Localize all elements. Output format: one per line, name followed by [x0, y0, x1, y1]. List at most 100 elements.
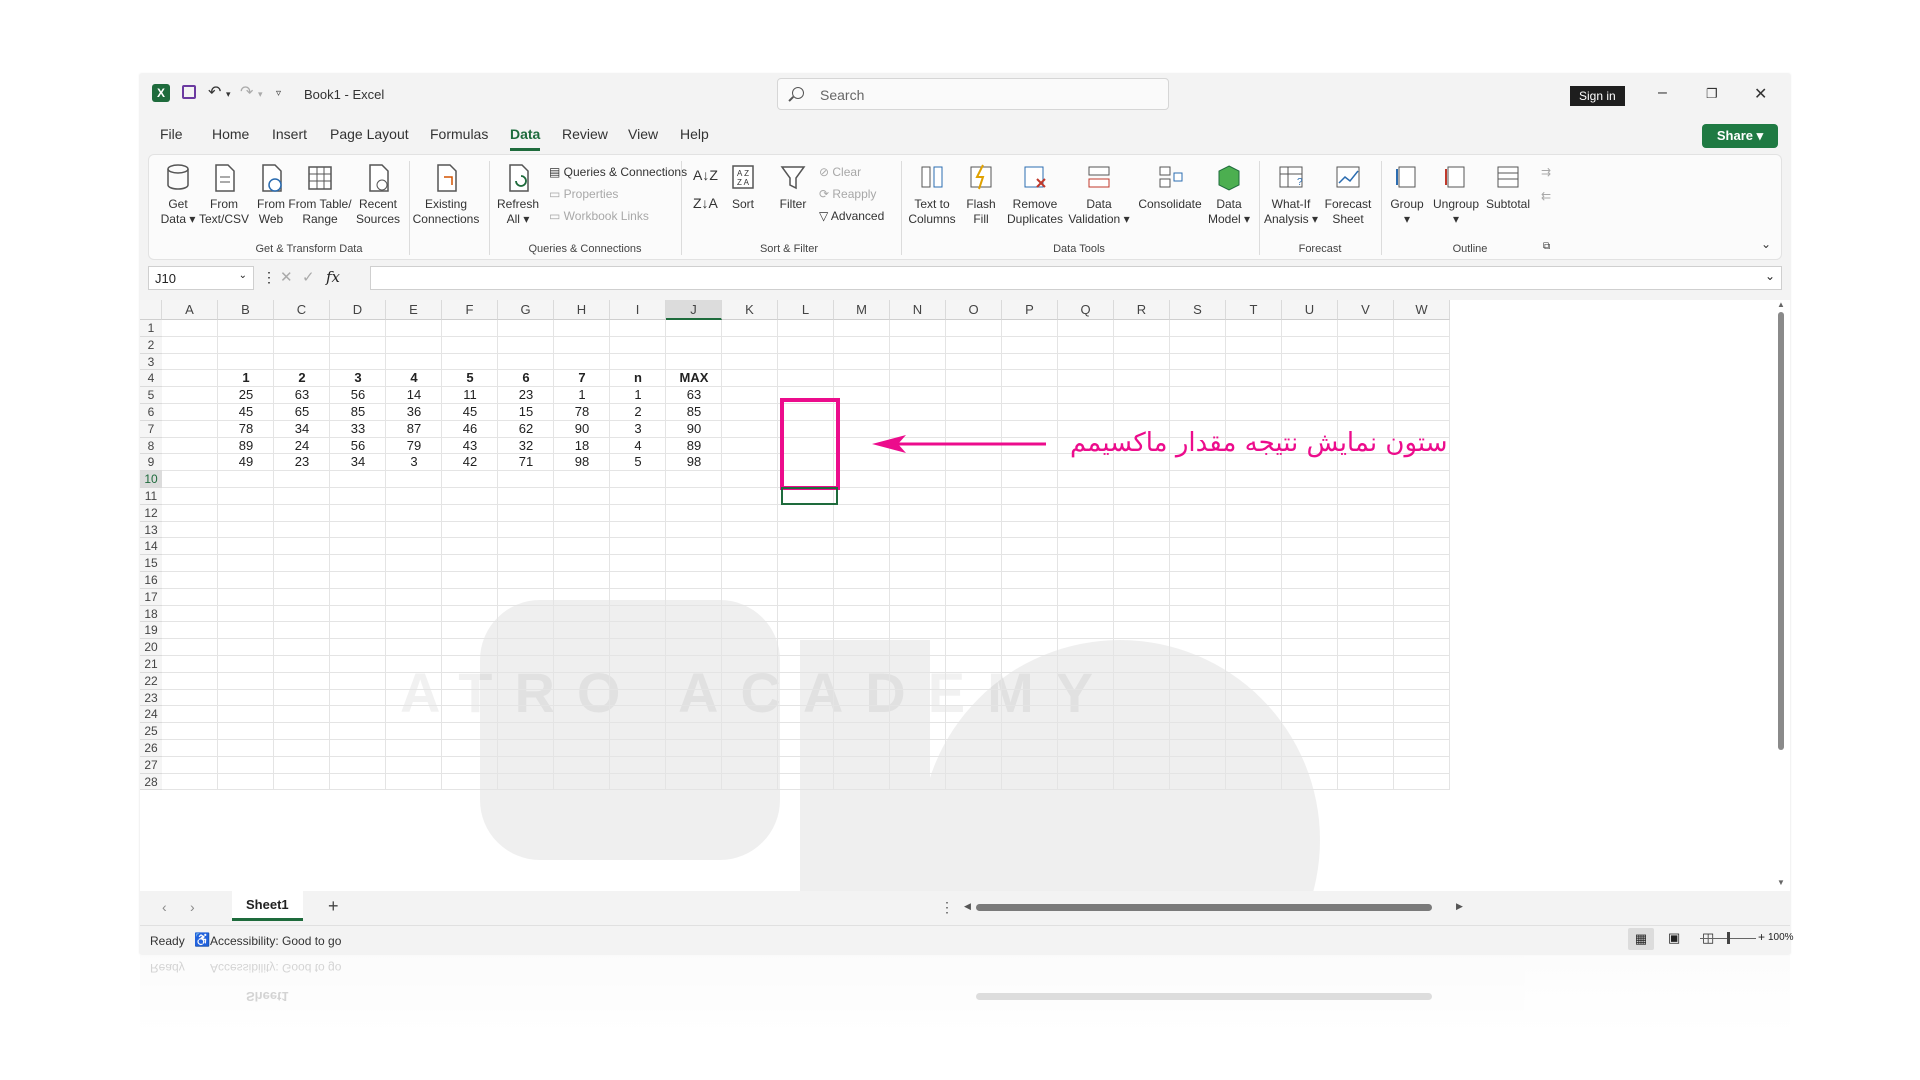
column-header-t[interactable]: T	[1226, 300, 1282, 320]
cell-d8[interactable]: 56	[330, 438, 386, 455]
sort-descending-icon[interactable]: Z↓A	[693, 195, 718, 211]
cell-i5[interactable]: 1	[610, 387, 666, 404]
hscroll-right-icon[interactable]: ▶	[1456, 901, 1463, 912]
cell-c9[interactable]: 23	[274, 454, 330, 471]
tab-review[interactable]: Review	[562, 126, 608, 142]
workbook-links-button[interactable]: ▭ Workbook Links	[549, 209, 649, 223]
row-header-3[interactable]: 3	[140, 353, 162, 371]
row-header-4[interactable]: 4	[140, 370, 162, 388]
cell-b6[interactable]: 45	[218, 404, 274, 421]
cell-h5[interactable]: 1	[554, 387, 610, 404]
row-header-1[interactable]: 1	[140, 320, 162, 337]
cell-h8[interactable]: 18	[554, 438, 610, 455]
cell-e7[interactable]: 87	[386, 421, 442, 438]
cell-b5[interactable]: 25	[218, 387, 274, 404]
column-header-q[interactable]: Q	[1058, 300, 1114, 320]
horizontal-scroll-thumb[interactable]	[976, 904, 1432, 911]
sheet-options-icon[interactable]: ⋮	[940, 899, 954, 916]
what-if-analysis-button[interactable]: ? What-If Analysis ▾	[1263, 163, 1319, 227]
column-header-u[interactable]: U	[1282, 300, 1338, 320]
cell-b8[interactable]: 89	[218, 438, 274, 455]
row-header-8[interactable]: 8	[140, 437, 162, 455]
insert-function-icon[interactable]: fx	[326, 268, 340, 286]
cell-i9[interactable]: 5	[610, 454, 666, 471]
row-header-27[interactable]: 27	[140, 756, 162, 774]
column-header-s[interactable]: S	[1170, 300, 1226, 320]
clear-button[interactable]: ⊘ Clear	[819, 165, 861, 179]
row-header-17[interactable]: 17	[140, 588, 162, 606]
formula-bar-options-icon[interactable]: ⋮	[262, 269, 276, 286]
cell-b7[interactable]: 78	[218, 421, 274, 438]
cell-g6[interactable]: 15	[498, 404, 554, 421]
queries-connections-button[interactable]: ▤ Queries & Connections	[549, 165, 687, 179]
formula-expand-icon[interactable]: ⌄	[1765, 269, 1775, 283]
column-header-v[interactable]: V	[1338, 300, 1394, 320]
column-header-w[interactable]: W	[1394, 300, 1450, 320]
cell-b9[interactable]: 49	[218, 454, 274, 471]
column-header-n[interactable]: N	[890, 300, 946, 320]
row-header-20[interactable]: 20	[140, 639, 162, 656]
worksheet-grid[interactable]: ATRO ACADEMY ABCDEFGHIJKLMNOPQRSTUVW1234…	[140, 300, 1790, 954]
remove-duplicates-button[interactable]: Remove Duplicates	[1003, 163, 1067, 227]
from-table-range-button[interactable]: From Table/ Range	[287, 163, 353, 227]
cell-i7[interactable]: 3	[610, 421, 666, 438]
properties-button[interactable]: ▭ Properties	[549, 187, 618, 201]
cell-c6[interactable]: 65	[274, 404, 330, 421]
cell-d7[interactable]: 33	[330, 421, 386, 438]
confirm-entry-icon[interactable]: ✓	[302, 268, 315, 286]
row-header-11[interactable]: 11	[140, 488, 162, 505]
row-header-28[interactable]: 28	[140, 773, 162, 791]
group-button[interactable]: Group ▾	[1385, 163, 1429, 227]
tab-insert[interactable]: Insert	[272, 126, 307, 142]
row-header-13[interactable]: 13	[140, 521, 162, 539]
tab-formulas[interactable]: Formulas	[430, 126, 488, 142]
ungroup-button[interactable]: Ungroup ▾	[1431, 163, 1481, 227]
tab-home[interactable]: Home	[212, 126, 249, 142]
cell-g5[interactable]: 23	[498, 387, 554, 404]
column-header-e[interactable]: E	[386, 300, 442, 320]
consolidate-button[interactable]: Consolidate	[1135, 163, 1205, 212]
cell-h4[interactable]: 7	[554, 370, 610, 387]
restore-icon[interactable]: ❐	[1706, 86, 1718, 102]
row-header-18[interactable]: 18	[140, 605, 162, 623]
row-header-12[interactable]: 12	[140, 504, 162, 522]
cell-f4[interactable]: 5	[442, 370, 498, 387]
cell-j6[interactable]: 85	[666, 404, 722, 421]
advanced-button[interactable]: ▽ Advanced	[819, 209, 884, 223]
column-header-j[interactable]: J	[666, 300, 722, 320]
cell-g7[interactable]: 62	[498, 421, 554, 438]
zoom-in-icon[interactable]: +	[1758, 930, 1765, 944]
column-header-f[interactable]: F	[442, 300, 498, 320]
row-header-2[interactable]: 2	[140, 336, 162, 354]
save-icon[interactable]	[182, 85, 196, 99]
vertical-scroll-thumb[interactable]	[1778, 312, 1784, 750]
cell-g9[interactable]: 71	[498, 454, 554, 471]
cell-i8[interactable]: 4	[610, 438, 666, 455]
cell-j8[interactable]: 89	[666, 438, 722, 455]
column-header-d[interactable]: D	[330, 300, 386, 320]
cell-e6[interactable]: 36	[386, 404, 442, 421]
row-header-23[interactable]: 23	[140, 689, 162, 707]
scroll-down-icon[interactable]: ▼	[1777, 878, 1785, 887]
cell-h6[interactable]: 78	[554, 404, 610, 421]
accessibility-icon[interactable]: ♿	[194, 932, 210, 948]
cell-j9[interactable]: 98	[666, 454, 722, 471]
undo-icon[interactable]: ↶	[208, 82, 221, 102]
refresh-all-button[interactable]: Refresh All ▾	[495, 163, 541, 227]
selected-cell[interactable]	[781, 487, 838, 505]
row-header-5[interactable]: 5	[140, 387, 162, 404]
column-header-k[interactable]: K	[722, 300, 778, 320]
select-all-corner[interactable]	[140, 300, 162, 320]
from-web-button[interactable]: From Web	[251, 163, 291, 227]
column-header-b[interactable]: B	[218, 300, 274, 320]
row-header-9[interactable]: 9	[140, 454, 162, 472]
cell-f6[interactable]: 45	[442, 404, 498, 421]
row-header-7[interactable]: 7	[140, 420, 162, 438]
column-header-m[interactable]: M	[834, 300, 890, 320]
prev-sheet-icon[interactable]: ‹	[162, 899, 167, 915]
cell-d5[interactable]: 56	[330, 387, 386, 404]
ribbon-collapse-icon[interactable]: ⌄	[1761, 237, 1771, 251]
reapply-button[interactable]: ⟳ Reapply	[819, 187, 876, 201]
hscroll-left-icon[interactable]: ◀	[964, 901, 971, 912]
cell-j4[interactable]: MAX	[666, 370, 722, 387]
